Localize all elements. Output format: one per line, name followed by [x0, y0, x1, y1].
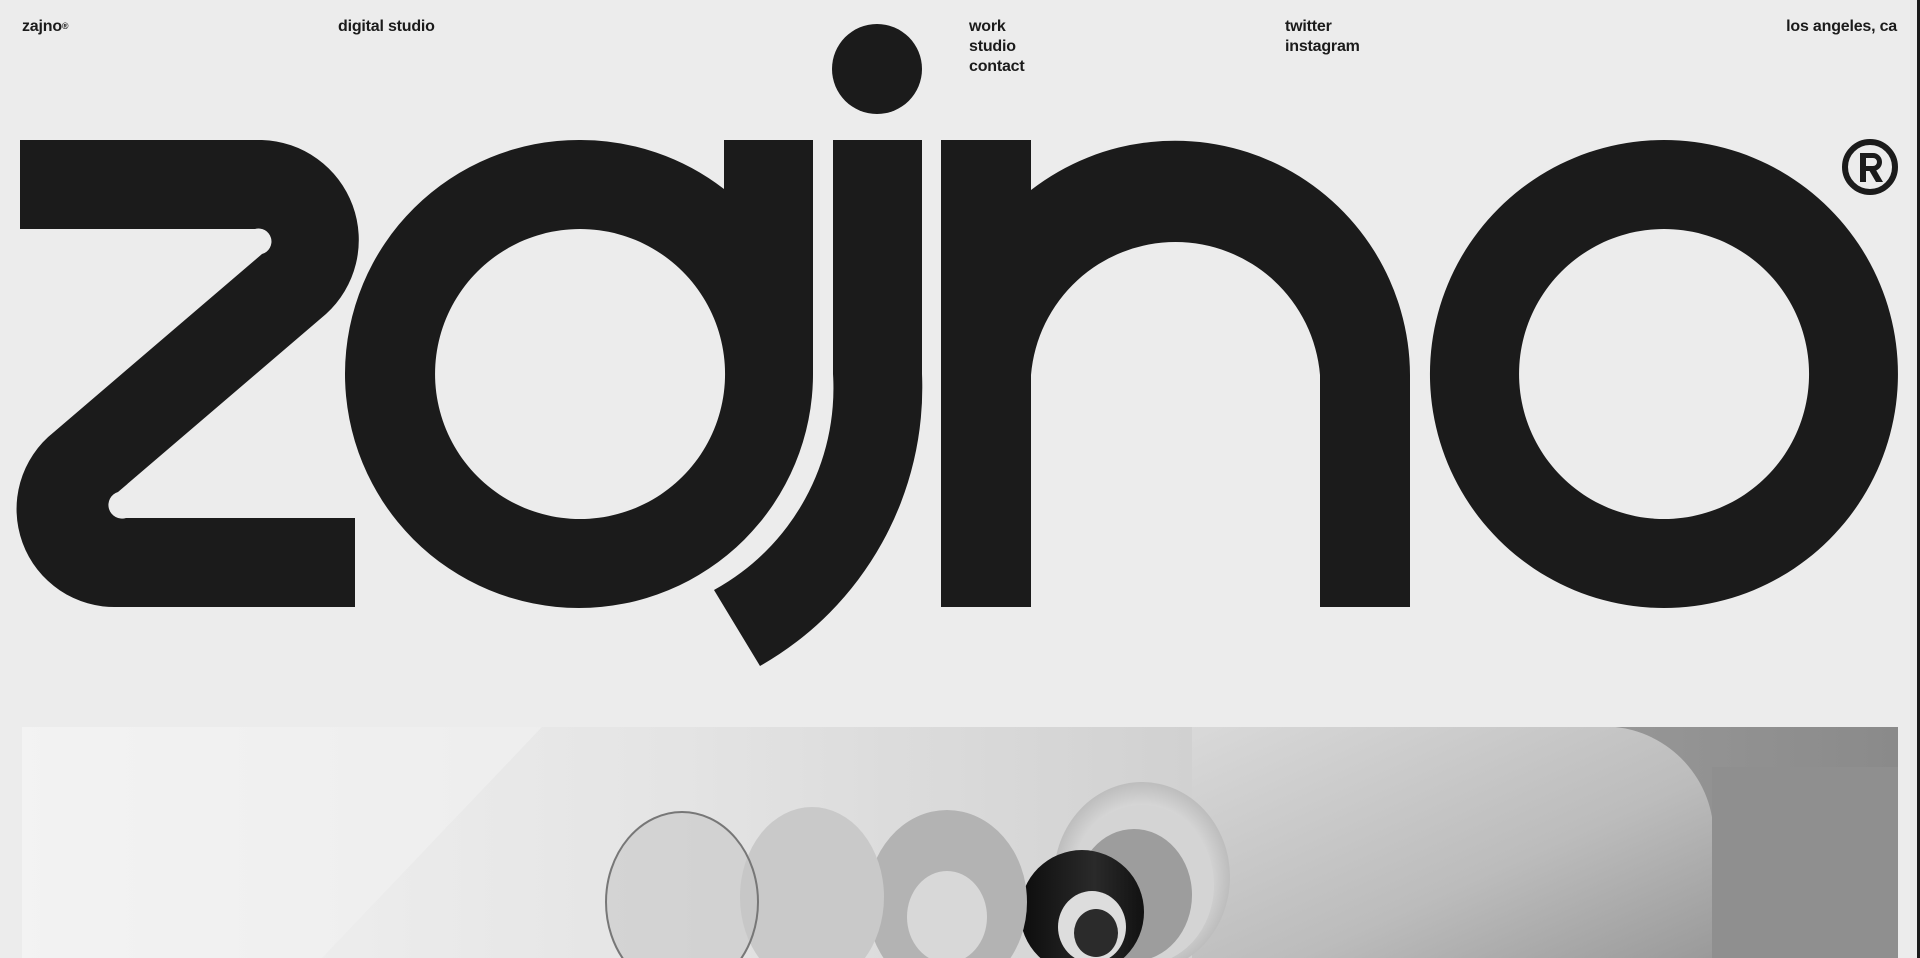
wordmark-letter-o [1429, 140, 1898, 608]
wordmark-letter-n [941, 140, 1410, 607]
zajno-wordmark-logo [16, 24, 1898, 666]
wordmark-registered-mark [1842, 139, 1898, 195]
hero-image [22, 727, 1898, 958]
page: zajno® digital studio work studio contac… [0, 0, 1920, 958]
wordmark-letter-j-dot [832, 24, 922, 114]
wordmark-letter-a [345, 139, 813, 608]
camera-lens-illustration [22, 727, 1898, 958]
wordmark-letter-z [16, 140, 359, 608]
